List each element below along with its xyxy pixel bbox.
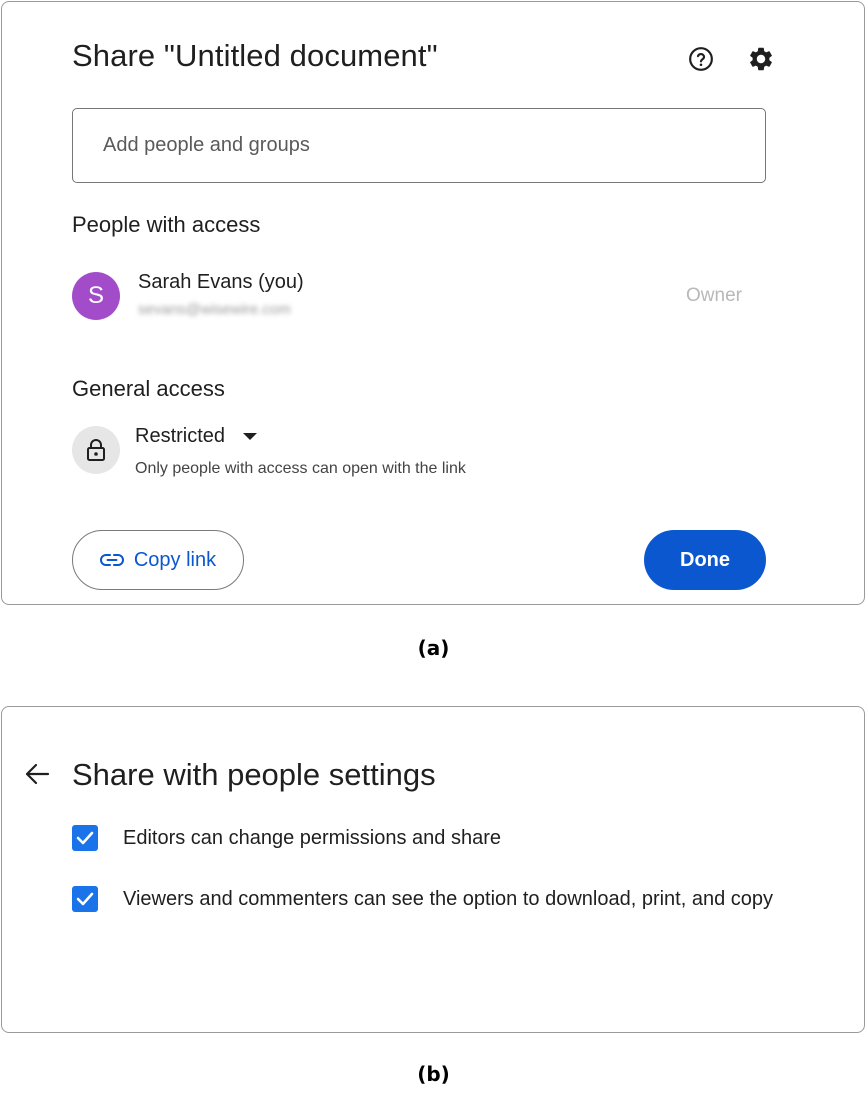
caption-a: (a) <box>417 636 450 660</box>
editors-checkbox[interactable] <box>72 825 98 851</box>
general-access-heading: General access <box>72 376 225 401</box>
copy-link-button[interactable]: Copy link <box>72 530 244 590</box>
caption-b: (b) <box>417 1062 450 1086</box>
access-level-value: Restricted <box>135 425 226 447</box>
link-icon <box>99 554 124 566</box>
settings-button[interactable] <box>746 44 776 74</box>
back-button[interactable] <box>22 759 52 789</box>
help-circle-icon <box>689 47 713 71</box>
help-button[interactable] <box>686 44 716 74</box>
user-email: sevans@wisewire.com <box>138 301 291 318</box>
setting-label: Viewers and commenters can see the optio… <box>123 887 774 910</box>
setting-option-editors: Editors can change permissions and share <box>72 825 501 851</box>
add-people-input[interactable] <box>72 108 766 183</box>
access-description: Only people with access can open with th… <box>135 460 466 477</box>
people-with-access-heading: People with access <box>72 212 261 237</box>
avatar: S <box>72 272 120 320</box>
checkmark-icon <box>76 831 94 845</box>
checkmark-icon <box>76 892 94 906</box>
setting-option-viewers: Viewers and commenters can see the optio… <box>72 886 773 912</box>
viewers-checkbox[interactable] <box>72 886 98 912</box>
settings-title: Share with people settings <box>72 757 436 792</box>
arrow-left-icon <box>25 763 50 785</box>
settings-dialog: Share with people settings Editors can c… <box>1 706 865 1033</box>
user-role: Owner <box>686 285 742 306</box>
lock-badge <box>72 426 120 474</box>
dialog-title: Share "Untitled document" <box>72 38 438 73</box>
lock-icon <box>87 439 105 461</box>
gear-icon <box>750 47 772 71</box>
share-dialog: Share "Untitled document" People with ac… <box>1 1 865 605</box>
copy-link-label: Copy link <box>133 548 217 571</box>
caret-down-icon <box>243 433 258 440</box>
done-button[interactable]: Done <box>644 530 766 590</box>
setting-label: Editors can change permissions and share <box>123 826 501 849</box>
user-name: Sarah Evans (you) <box>138 271 304 293</box>
general-access-dropdown[interactable]: Restricted <box>135 425 258 448</box>
avatar-initial: S <box>87 282 104 309</box>
